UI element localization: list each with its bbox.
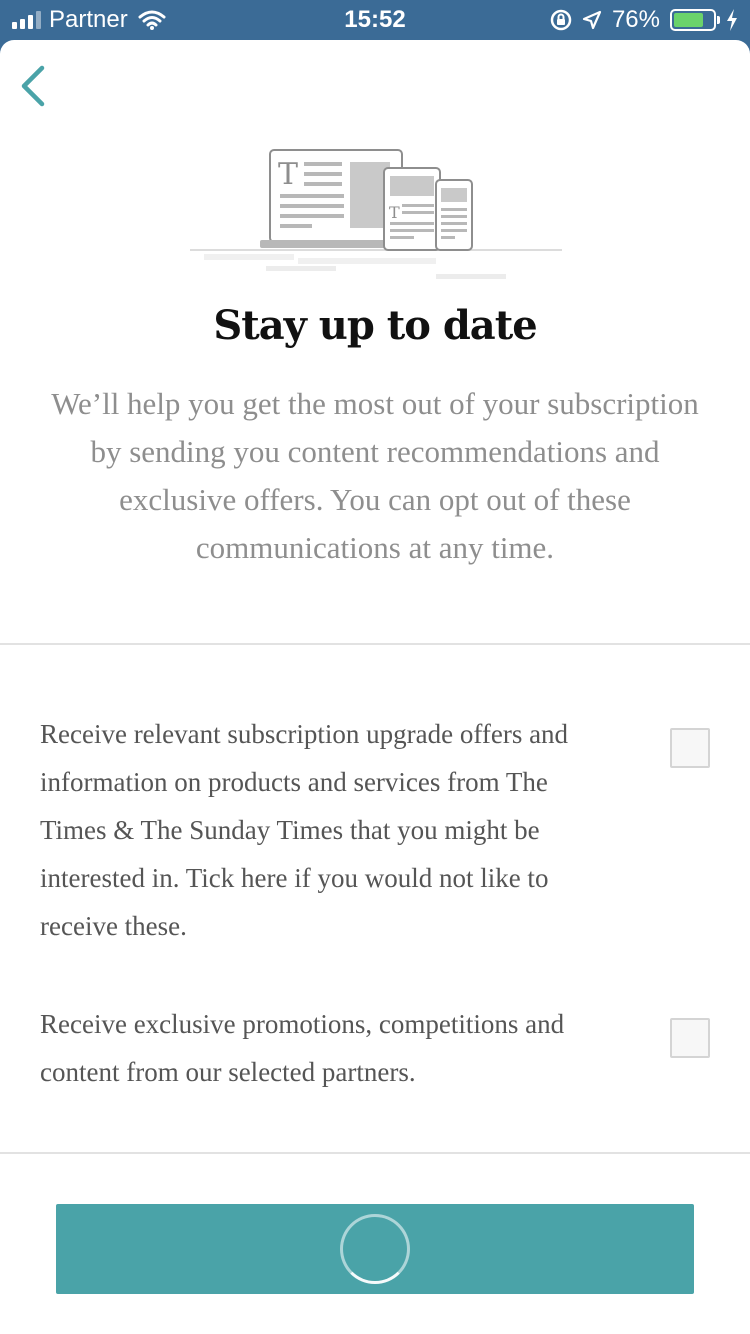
- chevron-left-icon: [21, 65, 45, 107]
- battery-percent: 76%: [611, 6, 660, 33]
- svg-text:T: T: [278, 157, 298, 192]
- battery-icon: [670, 9, 720, 31]
- devices-newspaper-illustration: T T: [190, 149, 562, 279]
- intro-text: We’ll help you get the most out of your …: [51, 386, 699, 565]
- orientation-lock-icon: [550, 9, 572, 31]
- preference-upgrade-offers: Receive relevant subscription upgrade of…: [40, 710, 710, 950]
- back-button[interactable]: [14, 62, 54, 110]
- status-bar: Partner 15:52 76%: [0, 0, 750, 40]
- preference-partner-promotions: Receive exclusive promotions, competitio…: [40, 1000, 710, 1096]
- preference-partner-promotions-label: Receive exclusive promotions, competitio…: [40, 1009, 565, 1087]
- charging-bolt-icon: [727, 9, 737, 31]
- status-right: 76%: [550, 6, 738, 34]
- divider-top: [0, 643, 750, 645]
- submit-button[interactable]: [56, 1204, 694, 1294]
- preference-partner-promotions-checkbox[interactable]: [670, 1018, 710, 1058]
- location-icon: [582, 10, 602, 30]
- svg-text:T: T: [389, 203, 400, 222]
- preference-upgrade-offers-checkbox[interactable]: [670, 728, 710, 768]
- preference-upgrade-offers-label: Receive relevant subscription upgrade of…: [40, 719, 569, 941]
- divider-bottom: [0, 1152, 750, 1154]
- main-sheet: T T Stay up to date We’ll help you get t…: [0, 40, 750, 1334]
- page-title: Stay up to date: [213, 302, 537, 349]
- loading-spinner-icon: [340, 1214, 410, 1284]
- battery-level: [674, 13, 703, 27]
